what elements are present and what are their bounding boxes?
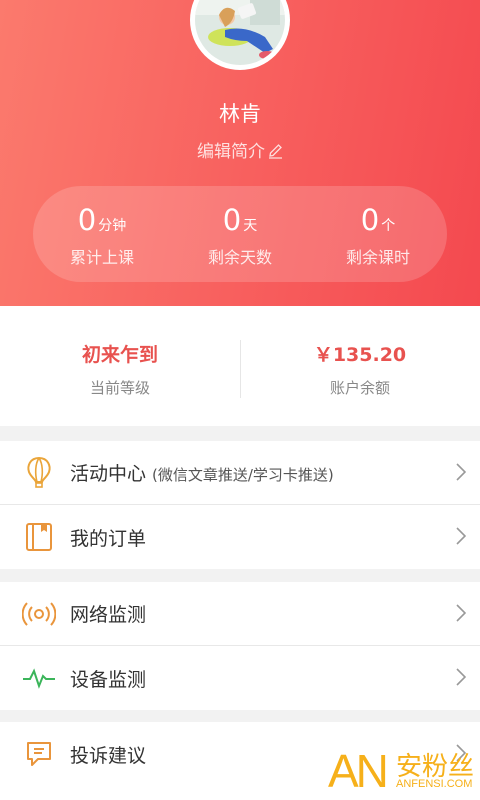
stat-label: 累计上课	[69, 248, 134, 267]
balance-cell[interactable]: ￥135.20 账户余额	[240, 306, 480, 426]
menu-label: 我的订单	[70, 527, 147, 550]
menu-group-monitor: 网络监测 设备监测	[0, 582, 480, 710]
menu-label: 投诉建议	[70, 744, 147, 767]
signal-broadcast-icon	[22, 597, 56, 631]
stat-value: 0	[360, 203, 380, 237]
watermark-brand: AN	[328, 745, 389, 797]
stat-unit: 个	[381, 218, 396, 234]
menu-item-activity-center[interactable]: 活动中心 (微信文章推送/学习卡推送)	[0, 441, 480, 505]
menu-label: 活动中心	[70, 463, 147, 485]
stat-remaining-days: 0天 剩余天数	[171, 186, 309, 282]
chevron-right-icon	[456, 604, 467, 626]
profile-header: 林肯 编辑简介 0 分钟 累计上课 0天 剩余天数 0个 剩余课时	[0, 0, 480, 306]
menu-item-my-orders[interactable]: 我的订单	[0, 505, 480, 569]
account-info-row: 初来乍到 当前等级 ￥135.20 账户余额	[0, 306, 480, 426]
stat-value: 0	[222, 203, 242, 237]
level-cell[interactable]: 初来乍到 当前等级	[0, 306, 240, 426]
chevron-right-icon	[456, 527, 467, 549]
chevron-right-icon	[456, 668, 467, 690]
stat-remaining-lessons: 0个 剩余课时	[309, 186, 447, 282]
menu-item-device-monitor[interactable]: 设备监测	[0, 646, 480, 710]
lightbulb-icon	[22, 456, 56, 490]
avatar[interactable]	[190, 0, 290, 70]
stat-total-class: 0 分钟 累计上课	[33, 186, 171, 282]
menu-label: 设备监测	[70, 668, 147, 691]
watermark-en: ANFENSI.COM	[396, 778, 473, 790]
divider	[240, 340, 241, 398]
stat-label: 剩余课时	[345, 248, 410, 267]
pencil-icon	[267, 143, 283, 164]
username: 林肯	[219, 102, 261, 126]
avatar-photo	[195, 0, 285, 65]
balance-value: ￥135.20	[313, 344, 407, 366]
pulse-icon	[22, 661, 56, 695]
edit-intro-link[interactable]: 编辑简介	[0, 137, 480, 164]
menu-group-activity: 活动中心 (微信文章推送/学习卡推送) 我的订单	[0, 441, 480, 569]
balance-label: 账户余额	[329, 379, 390, 397]
menu-sublabel: (微信文章推送/学习卡推送)	[152, 466, 334, 484]
chevron-right-icon	[456, 463, 467, 485]
stat-value: 0	[77, 203, 97, 237]
stat-label: 剩余天数	[207, 248, 272, 267]
stats-panel: 0 分钟 累计上课 0天 剩余天数 0个 剩余课时	[33, 186, 447, 282]
level-value: 初来乍到	[81, 344, 158, 366]
edit-intro-label: 编辑简介	[197, 142, 265, 162]
site-watermark: AN 安粉丝 ANFENSI.COM	[328, 742, 478, 800]
message-icon	[22, 737, 56, 771]
level-label: 当前等级	[89, 379, 150, 397]
menu-item-network-monitor[interactable]: 网络监测	[0, 582, 480, 646]
stat-unit: 天	[243, 218, 258, 234]
stat-unit: 分钟	[98, 218, 127, 234]
menu-label: 网络监测	[70, 604, 147, 626]
order-book-icon	[22, 520, 56, 554]
